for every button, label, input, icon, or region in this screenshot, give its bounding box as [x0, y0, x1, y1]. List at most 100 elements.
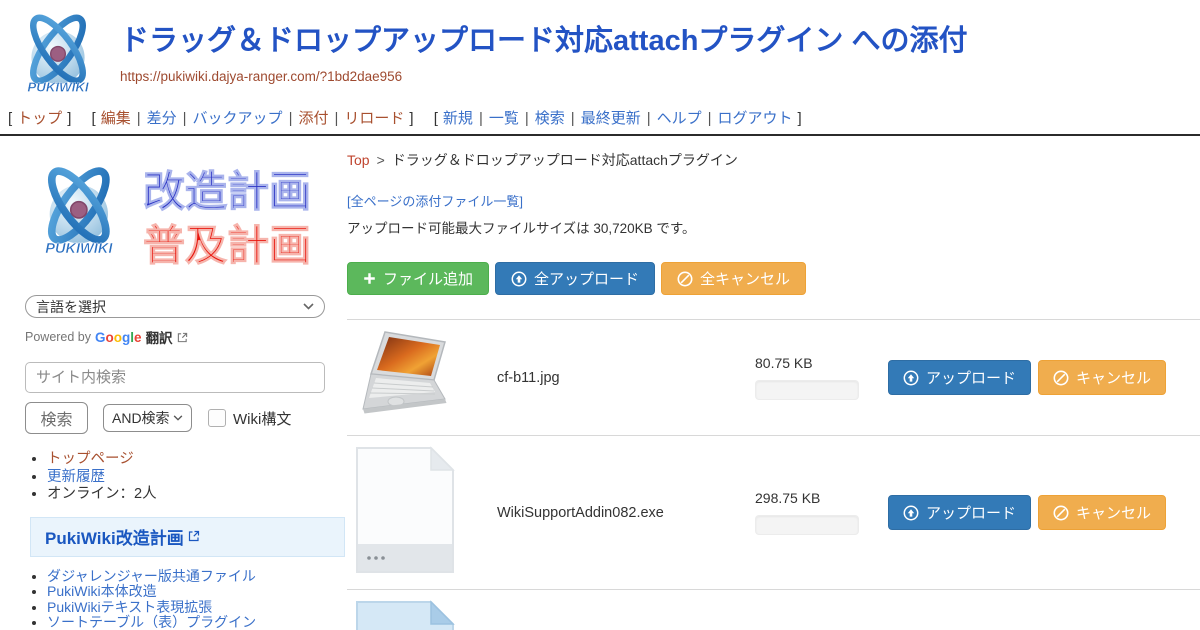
cancel-button[interactable]: キャンセル	[1038, 495, 1166, 530]
list-item: 更新履歴	[47, 469, 347, 487]
pukiwiki-logo-icon[interactable]: PUKIWIKI	[12, 8, 104, 101]
translate-link[interactable]: 翻訳	[146, 327, 173, 347]
search-mode-value: AND検索	[112, 408, 170, 428]
cancel-label: キャンセル	[1076, 367, 1151, 388]
generic-file-icon	[355, 446, 455, 579]
nav-backup[interactable]: バックアップ	[193, 110, 283, 127]
bracket: [	[8, 110, 12, 127]
nav-attach[interactable]: 添付	[298, 110, 328, 127]
nav-separator: |	[479, 110, 483, 127]
sidebar-link-core-mod[interactable]: PukiWiki本体改造	[47, 583, 157, 599]
external-link-icon	[177, 332, 188, 343]
banner-line2: 普及計画	[143, 222, 311, 269]
sidebar-link-text-ext[interactable]: PukiWikiテキスト表現拡張	[47, 599, 212, 615]
sidebar-section-title-link[interactable]: PukiWiki改造計画	[45, 524, 200, 549]
ban-icon	[677, 271, 693, 287]
sidebar-section-box: PukiWiki改造計画	[30, 517, 345, 557]
code-file-icon: </>	[355, 600, 455, 630]
nav-separator: |	[571, 110, 575, 127]
upload-circle-icon	[903, 505, 919, 521]
all-attachments-link[interactable]: [全ページの添付ファイル一覧]	[347, 191, 523, 210]
page-header: PUKIWIKI ドラッグ＆ドロップアップロード対応attachプラグイン への…	[0, 0, 1200, 101]
file-row: </> contents.html 60.78 KB アップロード	[347, 590, 1200, 630]
nav-diff[interactable]: 差分	[147, 110, 177, 127]
file-size: 298.75 KB	[755, 490, 876, 506]
nav-top[interactable]: トップ	[17, 110, 62, 127]
nav-new[interactable]: 新規	[443, 110, 473, 127]
bracket: ]	[798, 110, 802, 127]
breadcrumb: Top > ドラッグ＆ドロップアップロード対応attachプラグイン	[347, 150, 1200, 170]
upload-circle-icon	[903, 370, 919, 386]
nav-recent[interactable]: 最終更新	[581, 110, 641, 127]
upload-toolbar: ファイル追加 全アップロード 全キャンセル	[347, 262, 1200, 295]
upload-all-button[interactable]: 全アップロード	[495, 262, 655, 295]
list-item: オンライン：2人	[47, 486, 347, 504]
banner-line1: 改造計画	[143, 168, 311, 215]
sidebar-link-top-page[interactable]: トップページ	[47, 451, 134, 467]
upload-all-label: 全アップロード	[534, 268, 639, 289]
wiki-syntax-label: Wiki構文	[233, 408, 291, 429]
ban-icon	[1053, 505, 1069, 521]
nav-search[interactable]: 検索	[535, 110, 565, 127]
list-item: PukiWikiテキスト表現拡張	[47, 600, 347, 616]
nav-logout[interactable]: ログアウト	[718, 110, 793, 127]
file-name: cf-b11.jpg	[497, 370, 755, 386]
plus-icon	[363, 272, 376, 285]
nav-separator: |	[289, 110, 293, 127]
nav-list[interactable]: 一覧	[489, 110, 519, 127]
search-button[interactable]: 検索	[25, 402, 88, 434]
nav-separator: |	[525, 110, 529, 127]
powered-by-label: Powered by	[25, 330, 91, 344]
sidebar-link-recent-changes[interactable]: 更新履歴	[47, 469, 105, 485]
list-item: ダジャレンジャー版共通ファイル	[47, 569, 347, 585]
ban-icon	[1053, 370, 1069, 386]
site-search-input[interactable]	[25, 362, 325, 393]
page-url-link[interactable]: https://pukiwiki.dajya-ranger.com/?1bd2d…	[120, 69, 402, 84]
list-item: トップページ	[47, 451, 347, 469]
upload-button[interactable]: アップロード	[888, 360, 1031, 395]
nav-reload[interactable]: リロード	[344, 110, 404, 127]
online-count: オンライン：2人	[47, 486, 157, 502]
breadcrumb-separator: >	[377, 152, 385, 168]
breadcrumb-home-link[interactable]: Top	[347, 152, 370, 168]
upload-label: アップロード	[926, 367, 1016, 388]
chevron-down-icon	[303, 303, 314, 310]
nav-separator: |	[183, 110, 187, 127]
nav-separator: |	[647, 110, 651, 127]
nav-separator: |	[137, 110, 141, 127]
add-file-button[interactable]: ファイル追加	[347, 262, 489, 295]
file-name: WikiSupportAddin082.exe	[497, 505, 755, 521]
language-select-value: 言語を選択	[36, 297, 106, 317]
nav-edit[interactable]: 編集	[101, 110, 131, 127]
plugin-links-list: ダジャレンジャー版共通ファイル PukiWiki本体改造 PukiWikiテキス…	[25, 569, 347, 630]
cancel-all-button[interactable]: 全キャンセル	[661, 262, 806, 295]
sidebar-link-common-files[interactable]: ダジャレンジャー版共通ファイル	[47, 568, 256, 584]
main-content: Top > ドラッグ＆ドロップアップロード対応attachプラグイン [全ページの添…	[347, 136, 1200, 630]
cancel-button[interactable]: キャンセル	[1038, 360, 1166, 395]
site-banner-image[interactable]: PUKIWIKI 改造計画 普及計画	[25, 156, 347, 279]
nav-separator: |	[708, 110, 712, 127]
page-title: ドラッグ＆ドロップアップロード対応attachプラグイン への添付	[120, 26, 967, 58]
list-item: PukiWiki本体改造	[47, 584, 347, 600]
breadcrumb-current: ドラッグ＆ドロップアップロード対応attachプラグイン	[392, 152, 738, 168]
bracket: ]	[409, 110, 413, 127]
nav-help[interactable]: ヘルプ	[657, 110, 702, 127]
upload-button[interactable]: アップロード	[888, 495, 1031, 530]
upload-queue-table: cf-b11.jpg 80.75 KB アップロード キャンセル	[347, 319, 1200, 630]
list-item: ソートテーブル（表）プラグイン	[47, 615, 347, 630]
google-logo-text: Google	[95, 330, 142, 345]
cancel-all-label: 全キャンセル	[700, 268, 790, 289]
quick-links-list: トップページ 更新履歴 オンライン：2人	[25, 451, 347, 504]
pukiwiki-logo-text: PUKIWIKI	[27, 79, 89, 94]
file-row: WikiSupportAddin082.exe 298.75 KB アップロード…	[347, 436, 1200, 590]
language-select[interactable]: 言語を選択	[25, 295, 325, 318]
bracket: [	[434, 110, 438, 127]
max-upload-size-text: アップロード可能最大ファイルサイズは 30,720KB です。	[347, 217, 1200, 237]
nav-separator: |	[334, 110, 338, 127]
laptop-photo-thumbnail	[355, 330, 455, 425]
search-mode-select[interactable]: AND検索	[103, 404, 192, 432]
section-title-text: PukiWiki改造計画	[45, 524, 184, 549]
sidebar-link-sort-table[interactable]: ソートテーブル（表）プラグイン	[47, 614, 256, 630]
wiki-syntax-checkbox[interactable]	[208, 409, 226, 427]
file-size: 80.75 KB	[755, 355, 876, 371]
